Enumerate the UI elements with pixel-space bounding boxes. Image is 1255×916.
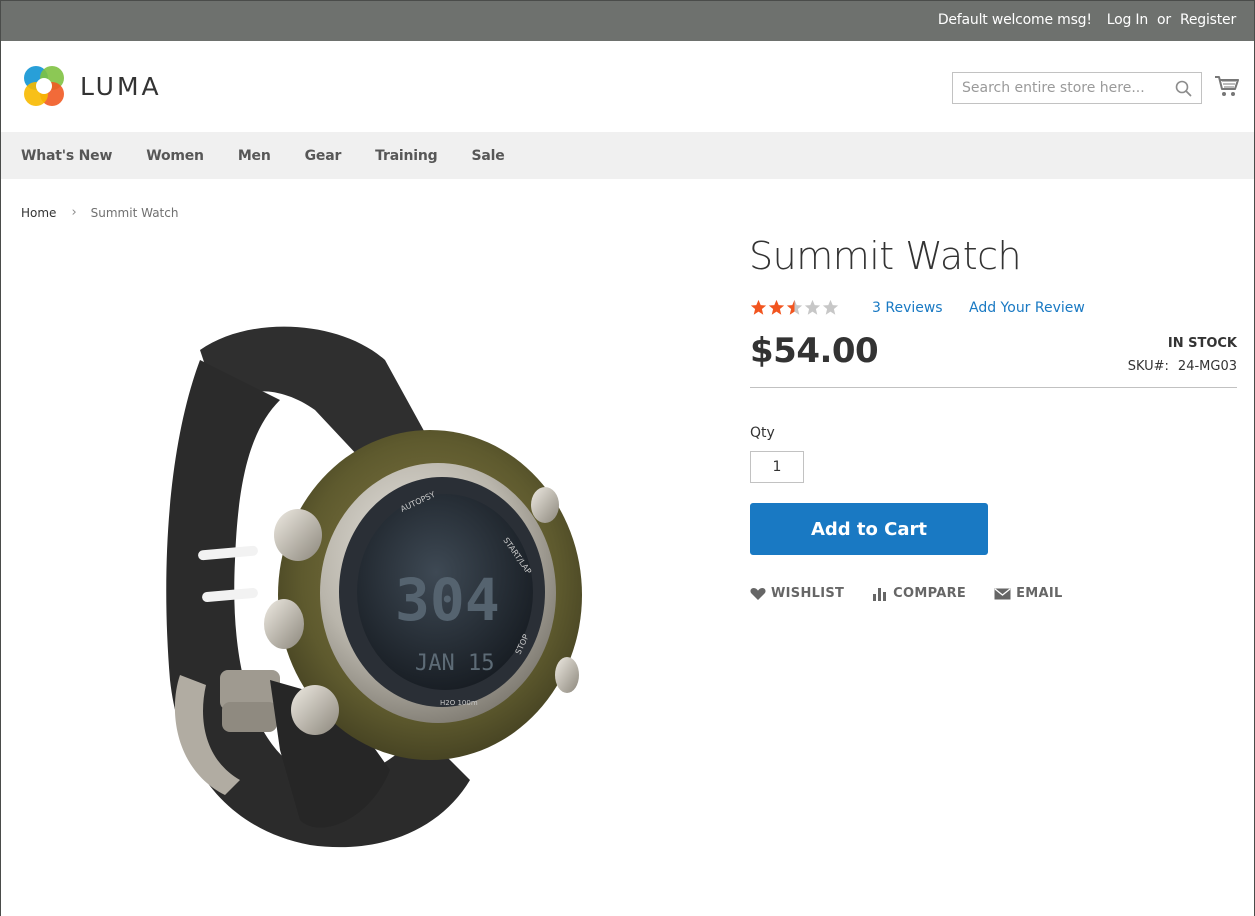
svg-text:H2O 100m: H2O 100m — [440, 699, 478, 707]
star-empty-icon — [822, 299, 839, 315]
breadcrumb-separator: › — [71, 205, 77, 220]
stock-status: IN STOCK — [1167, 336, 1237, 351]
nav-item-whats-new[interactable]: What's New — [21, 148, 112, 164]
logo-text: LUMA — [80, 71, 162, 101]
svg-text:JAN 15: JAN 15 — [415, 651, 494, 676]
or-text: or — [1157, 12, 1171, 28]
envelope-icon — [994, 587, 1011, 599]
star-empty-icon — [804, 299, 821, 315]
product-title: Summit Watch — [749, 234, 1022, 278]
breadcrumb-home[interactable]: Home — [21, 206, 56, 220]
search-box — [952, 72, 1202, 104]
product-actions: WISHLIST COMPARE EMAIL — [750, 586, 1091, 601]
breadcrumb: Home › Summit Watch — [21, 205, 178, 220]
compare-link[interactable]: COMPARE — [872, 586, 966, 601]
heart-icon — [750, 587, 766, 600]
logo[interactable]: LUMA — [21, 63, 171, 109]
star-full-icon — [768, 299, 785, 315]
header-links: Default welcome msg! Log In or Register — [938, 12, 1236, 28]
register-link[interactable]: Register — [1180, 12, 1236, 28]
email-link[interactable]: EMAIL — [994, 586, 1063, 601]
product-image[interactable]: 304 JAN 15 AUTOPSY START/LAP STOP H2O 10… — [140, 300, 600, 860]
sku-value: 24-MG03 — [1177, 359, 1237, 374]
search-icon[interactable] — [1175, 80, 1192, 97]
breadcrumb-current: Summit Watch — [90, 205, 179, 220]
luma-logo-icon — [24, 66, 64, 106]
nav-item-men[interactable]: Men — [238, 148, 271, 164]
nav-item-training[interactable]: Training — [375, 148, 438, 164]
compare-icon — [873, 587, 887, 601]
nav-item-sale[interactable]: Sale — [472, 148, 505, 164]
wishlist-label: WISHLIST — [771, 586, 845, 601]
nav-item-gear[interactable]: Gear — [305, 148, 342, 164]
price-divider — [750, 387, 1237, 388]
search-input[interactable] — [953, 73, 1201, 103]
svg-text:304: 304 — [395, 566, 500, 634]
reviews-link[interactable]: 3 Reviews — [872, 300, 943, 316]
nav-item-women[interactable]: Women — [146, 148, 204, 164]
qty-label: Qty — [750, 425, 775, 441]
main-nav: What's New Women Men Gear Training Sale — [0, 132, 1255, 179]
wishlist-link[interactable]: WISHLIST — [750, 586, 844, 601]
rating-stars — [750, 299, 840, 316]
sku-label: SKU#: — [1127, 359, 1169, 374]
star-half-icon — [786, 299, 803, 315]
add-to-cart-button[interactable]: Add to Cart — [750, 503, 988, 555]
site-header: LUMA — [0, 41, 1255, 132]
qty-input[interactable] — [750, 451, 804, 483]
email-label: EMAIL — [1016, 586, 1063, 601]
compare-label: COMPARE — [893, 586, 967, 601]
login-link[interactable]: Log In — [1107, 12, 1148, 28]
add-review-link[interactable]: Add Your Review — [969, 300, 1085, 316]
product-sku: SKU#: 24-MG03 — [1128, 359, 1237, 374]
star-full-icon — [750, 299, 767, 315]
cart-icon[interactable] — [1214, 75, 1239, 97]
product-price: $54.00 — [750, 331, 879, 371]
welcome-message: Default welcome msg! — [937, 12, 1092, 28]
panel-header: Default welcome msg! Log In or Register — [0, 0, 1255, 41]
